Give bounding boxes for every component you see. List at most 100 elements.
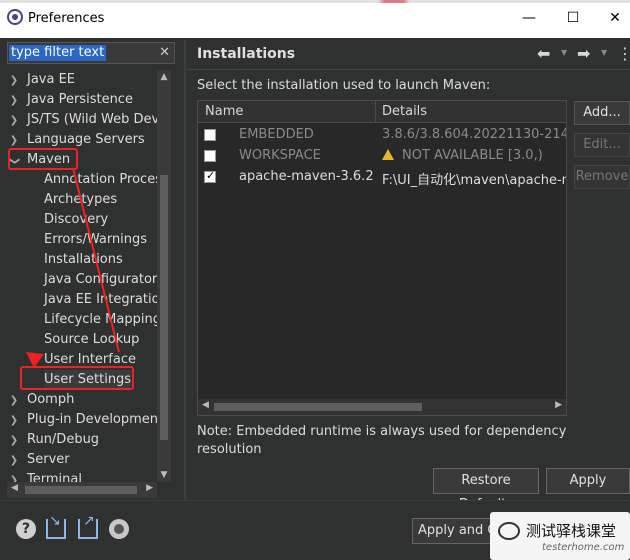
filter-input[interactable]: type filter text ✕: [7, 42, 175, 64]
checkmark-icon: ✓: [206, 169, 216, 182]
tree-item-plug-in-development[interactable]: ❯ Plug-in Development: [7, 410, 163, 430]
watermark: 测试驿栈课堂 testerhome.com: [490, 512, 630, 560]
installation-name: apache-maven-3.6.2: [239, 169, 374, 184]
tree-item-label: Installations: [44, 252, 123, 267]
view-menu-icon[interactable]: ⋮: [617, 44, 630, 63]
tree-item-errors-warnings[interactable]: Errors/Warnings: [44, 230, 147, 250]
filter-text[interactable]: type filter text: [9, 45, 107, 61]
column-header-details[interactable]: Details: [382, 104, 427, 119]
column-header-name[interactable]: Name: [205, 104, 243, 119]
embedded-runtime-note: Note: Embedded runtime is always used fo…: [197, 424, 567, 457]
tree-item-discovery[interactable]: Discovery: [44, 210, 108, 230]
scroll-right-icon[interactable]: ▶: [146, 483, 153, 493]
chevron-right-icon[interactable]: ❯: [7, 431, 21, 451]
row-checkbox[interactable]: [204, 129, 216, 141]
eclipse-icon: [7, 9, 23, 25]
tree-item-label: Lifecycle Mappings: [44, 312, 168, 327]
chevron-right-icon[interactable]: ❯: [7, 471, 21, 482]
scrollbar-thumb[interactable]: [214, 403, 422, 411]
installation-name: EMBEDDED: [239, 127, 314, 142]
splitter[interactable]: [184, 40, 186, 500]
column-divider[interactable]: [375, 101, 376, 123]
tree-item-annotation-processing[interactable]: Annotation Process: [44, 170, 169, 190]
forward-dropdown-icon[interactable]: ▼: [601, 48, 607, 57]
table-row[interactable]: ✓ apache-maven-3.6.2 F:\UI_自动化\maven\apa…: [198, 166, 566, 188]
minimize-button[interactable]: —: [516, 6, 542, 30]
tree-item-label: Server: [27, 452, 70, 467]
warning-icon: [382, 149, 394, 160]
page-title: Installations: [197, 46, 296, 62]
title-bar-strip: [0, 0, 630, 3]
import-icon[interactable]: [46, 513, 66, 539]
scroll-down-icon[interactable]: ▼: [157, 470, 171, 480]
tree-vertical-scrollbar[interactable]: ▲ ▼: [157, 70, 171, 482]
tree-item-label: Annotation Process: [44, 172, 169, 187]
scroll-right-icon[interactable]: ▶: [555, 400, 562, 410]
tree-item-js-ts[interactable]: ❯ JS/TS (Wild Web Deve: [7, 110, 167, 130]
installation-name: WORKSPACE: [239, 148, 321, 163]
scrollbar-thumb[interactable]: [160, 175, 168, 440]
tree-item-label: Run/Debug: [27, 432, 100, 447]
remove-button[interactable]: Remove: [574, 165, 630, 189]
scroll-left-icon[interactable]: ◀: [11, 483, 18, 493]
tree-item-label: Plug-in Development: [27, 412, 164, 427]
row-checkbox[interactable]: [204, 150, 216, 162]
chevron-right-icon[interactable]: ❯: [7, 91, 21, 111]
record-icon[interactable]: [109, 519, 129, 539]
tree-item-run-debug[interactable]: ❯ Run/Debug: [7, 430, 99, 450]
table-header: Name Details: [198, 101, 566, 123]
scroll-up-icon[interactable]: ▲: [157, 72, 171, 82]
watermark-subtitle: testerhome.com: [542, 542, 625, 553]
help-icon[interactable]: ?: [16, 519, 36, 539]
table-horizontal-scrollbar[interactable]: ◀ ▶: [198, 399, 566, 415]
tree-item-source-lookup[interactable]: Source Lookup: [44, 330, 139, 350]
tree-item-java-ee[interactable]: ❯ Java EE: [7, 70, 75, 90]
back-arrow-icon[interactable]: ⬅: [537, 44, 550, 63]
installation-details-wrap: NOT AVAILABLE [3.0,): [382, 148, 566, 163]
watermark-title: 测试驿栈课堂: [526, 522, 617, 540]
chevron-right-icon[interactable]: ❯: [7, 391, 21, 411]
scroll-left-icon[interactable]: ◀: [202, 400, 209, 410]
chevron-right-icon[interactable]: ❯: [7, 71, 21, 91]
installation-details: F:\UI_自动化\maven\apache-mav: [382, 173, 566, 188]
title-bar: Preferences — ☐ ✕: [0, 0, 630, 38]
preferences-tree: ❯ Java EE ❯ Java Persistence ❯ JS/TS (Wild …: [7, 70, 173, 482]
chevron-right-icon[interactable]: ❯: [7, 451, 21, 471]
chevron-right-icon[interactable]: ❯: [7, 411, 21, 431]
tree-item-terminal[interactable]: ❯ Terminal: [7, 470, 82, 482]
add-button[interactable]: Add...: [574, 101, 630, 125]
forward-arrow-icon[interactable]: ➡: [577, 44, 590, 63]
tree-item-label: User Interface: [44, 352, 136, 367]
installations-table: Name Details EMBEDDED 3.8.6/3.8.604.2022…: [197, 100, 567, 416]
tree-item-java-persistence[interactable]: ❯ Java Persistence: [7, 90, 133, 110]
export-icon[interactable]: [78, 513, 98, 539]
row-checkbox[interactable]: ✓: [204, 169, 216, 183]
tree-item-label: JS/TS (Wild Web Deve: [27, 112, 168, 127]
table-row[interactable]: EMBEDDED 3.8.6/3.8.604.20221130-2149: [198, 124, 566, 145]
maven-highlight-box: [8, 148, 78, 170]
tree-item-label: Discovery: [44, 212, 109, 227]
scrollbar-thumb[interactable]: [25, 486, 137, 494]
maximize-button[interactable]: ☐: [560, 6, 586, 30]
tree-item-label: Java Persistence: [27, 92, 133, 107]
installation-details: 3.8.6/3.8.604.20221130-2149: [382, 127, 566, 142]
restore-defaults-button[interactable]: Restore Defaults: [433, 468, 539, 512]
close-button[interactable]: ✕: [602, 6, 628, 30]
page-description: Select the installation used to launch M…: [197, 78, 491, 93]
tree-item-label: Terminal: [27, 472, 82, 482]
tree-item-language-servers[interactable]: ❯ Language Servers: [7, 130, 145, 150]
tree-horizontal-scrollbar[interactable]: ◀ ▶: [7, 482, 157, 498]
tree-item-label: Source Lookup: [44, 332, 140, 347]
tree-item-oomph[interactable]: ❯ Oomph: [7, 390, 75, 411]
tree-item-label: Language Servers: [27, 132, 145, 147]
clear-filter-icon[interactable]: ✕: [159, 45, 170, 60]
chevron-right-icon[interactable]: ❯: [7, 111, 21, 131]
edit-button[interactable]: Edit...: [574, 133, 630, 157]
user-settings-highlight-box: [20, 366, 134, 390]
tree-item-installations[interactable]: Installations: [44, 250, 123, 270]
apply-button[interactable]: Apply: [546, 468, 630, 494]
tree-item-server[interactable]: ❯ Server: [7, 450, 70, 470]
tree-item-lifecycle-mappings[interactable]: Lifecycle Mappings: [44, 310, 168, 330]
table-row[interactable]: WORKSPACE NOT AVAILABLE [3.0,): [198, 145, 566, 166]
back-dropdown-icon[interactable]: ▼: [561, 48, 567, 57]
